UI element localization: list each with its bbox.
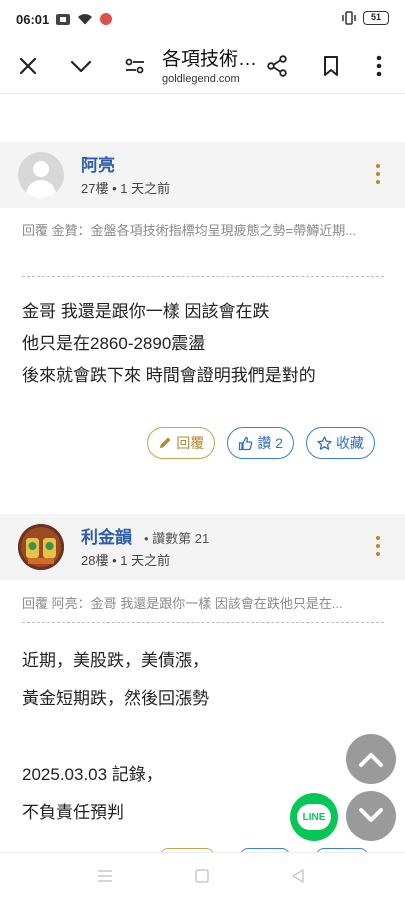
- comment-body: 金哥 我還是跟你一樣 因該會在跌 他只是在2860-2890震盪 後來就會跌下來…: [22, 296, 392, 392]
- home-icon[interactable]: [195, 869, 209, 883]
- reply-button[interactable]: 回覆: [147, 427, 216, 459]
- vibrate-icon: [342, 11, 356, 25]
- comment-time: 1 天之前: [120, 553, 171, 568]
- comment-header: 利金韻 • 讚數第 21 28樓 • 1 天之前: [0, 514, 405, 580]
- reply-reference[interactable]: 回覆 阿亮：金哥 我還是跟你一樣 因該會在跌他只是在...: [22, 590, 384, 623]
- favorite-button[interactable]: 收藏: [306, 427, 375, 459]
- comment-meta: 27樓 • 1 天之前: [81, 178, 170, 197]
- chevron-down-icon: [359, 808, 383, 822]
- status-bar: 06:01 51: [0, 0, 405, 38]
- more-menu-button[interactable]: [365, 52, 393, 80]
- star-icon: [317, 435, 332, 450]
- comment-line: 他只是在2860-2890震盪: [22, 334, 206, 353]
- chevron-down-icon: [70, 60, 92, 73]
- browser-toolbar: 各項技術… goldlegend.com: [0, 38, 405, 94]
- comment-time: 1 天之前: [120, 181, 171, 196]
- thumbs-up-icon: [239, 436, 253, 450]
- line-label: LINE: [302, 811, 326, 823]
- scroll-down-button[interactable]: [346, 791, 396, 841]
- comment-line: 近期，美股跌，美債漲，: [22, 651, 209, 670]
- avatar[interactable]: [18, 152, 64, 198]
- dot: [376, 172, 380, 176]
- comment-menu-button[interactable]: [375, 536, 381, 556]
- comment-line: 後來就會跌下來 時間會證明我們是對的: [22, 366, 316, 385]
- notification-icon: [56, 13, 71, 25]
- avatar[interactable]: [18, 524, 64, 570]
- floor-number: 28樓: [81, 553, 109, 568]
- more-vertical-icon: [376, 55, 382, 77]
- comment-header: 阿亮 27樓 • 1 天之前: [0, 142, 405, 208]
- back-icon[interactable]: [291, 869, 305, 883]
- status-time: 06:01: [16, 11, 50, 27]
- page-url: goldlegend.com: [162, 73, 240, 85]
- close-button[interactable]: [14, 52, 42, 80]
- comment-line-blank: [22, 718, 392, 756]
- system-nav-bar: [0, 852, 405, 900]
- chevron-up-icon: [359, 753, 383, 767]
- like-label: 讚 2: [257, 435, 283, 451]
- reply-label: 回覆: [176, 435, 205, 451]
- pencil-icon: [160, 437, 171, 448]
- comment-menu-button[interactable]: [375, 164, 381, 184]
- page-title-block[interactable]: 各項技術… goldlegend.com: [162, 44, 262, 85]
- line-icon: LINE: [297, 804, 331, 830]
- dot: [376, 180, 380, 184]
- comment-actions: 回覆 讚 2 收藏: [147, 427, 375, 459]
- page-settings-button[interactable]: [121, 52, 149, 80]
- dot: [376, 544, 380, 548]
- reply-reference[interactable]: 回覆 金贊：金盤各項技術指標均呈現疲態之勢=帶鱒近期...: [22, 217, 384, 277]
- comment-author[interactable]: 阿亮: [81, 151, 115, 176]
- comment-line: 黃金短期跌，然後回漲勢: [22, 689, 209, 708]
- wifi-icon: [78, 14, 93, 25]
- collapse-button[interactable]: [67, 52, 95, 80]
- battery-indicator: 51: [363, 11, 389, 25]
- like-button[interactable]: 讚 2: [227, 427, 294, 459]
- line-share-button[interactable]: LINE: [290, 793, 338, 841]
- dot: [376, 164, 380, 168]
- page-title: 各項技術…: [162, 49, 258, 70]
- favorite-label: 收藏: [336, 435, 364, 451]
- bookmark-button[interactable]: [317, 52, 345, 80]
- comment-author[interactable]: 利金韻: [81, 523, 132, 548]
- share-button[interactable]: [263, 52, 291, 80]
- dot: [376, 552, 380, 556]
- menu-icon[interactable]: [97, 869, 113, 883]
- floor-number: 27樓: [81, 181, 109, 196]
- author-rank: • 讚數第 21: [144, 528, 209, 547]
- dot: [376, 536, 380, 540]
- scroll-up-button[interactable]: [346, 734, 396, 784]
- share-icon: [267, 55, 287, 77]
- app-notification-icon: [100, 13, 113, 25]
- bookmark-icon: [324, 56, 338, 76]
- comment-body: 近期，美股跌，美債漲， 黃金短期跌，然後回漲勢 2025.03.03 記錄， 不…: [22, 642, 392, 832]
- comment-line: 金哥 我還是跟你一樣 因該會在跌: [22, 302, 270, 321]
- author-rank-label: 讚數第 21: [152, 531, 210, 546]
- avatar-image: [18, 524, 64, 570]
- comment-line: 2025.03.03 記錄，: [22, 765, 163, 784]
- comment-meta: 28樓 • 1 天之前: [81, 550, 170, 569]
- close-icon: [19, 57, 37, 75]
- rank-separator: •: [144, 531, 153, 546]
- tune-icon: [125, 58, 144, 74]
